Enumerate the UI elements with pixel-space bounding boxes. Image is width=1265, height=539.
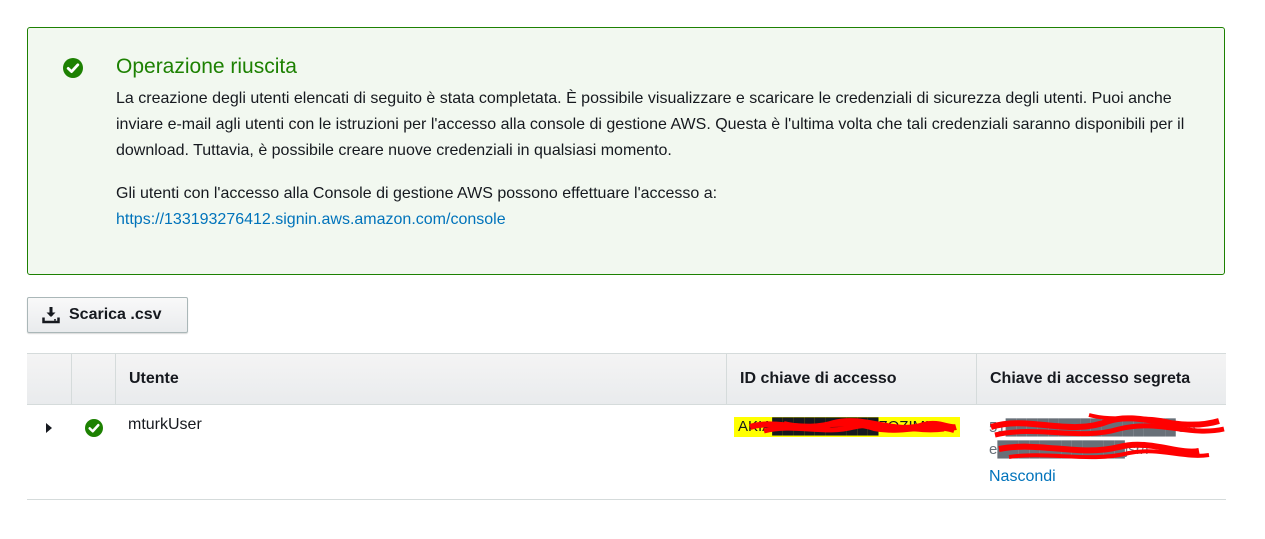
check-circle-icon [85,419,103,437]
console-signin-text: Gli utenti con l'accesso alla Console di… [116,185,718,202]
user-name: mturkUser [128,416,202,433]
access-key-id-redacted: AKIA██████████ZOZIML [734,417,960,437]
console-signin-link[interactable]: https://133193276412.signin.aws.amazon.c… [116,207,717,233]
download-icon [42,307,60,324]
users-table: Utente ID chiave di accesso Chiave di ac… [27,353,1226,500]
alert-message: La creazione degli utenti elencati di se… [116,86,1206,164]
column-header-secret-key: Chiave di accesso segreta [976,354,1226,404]
success-alert: Operazione riuscita La creazione degli u… [27,27,1225,275]
column-header-access-key-id: ID chiave di accesso [726,354,976,404]
hide-secret-key-link[interactable]: Nascondi [989,468,1056,486]
table-header: Utente ID chiave di accesso Chiave di ac… [27,353,1226,405]
column-header-user: Utente [115,354,726,404]
secret-access-key-redacted: 51████████████████OR e████████████jsr/f [989,413,1225,461]
console-signin-info: Gli utenti con l'accesso alla Console di… [116,181,717,233]
alert-message-text: La creazione degli utenti elencati di se… [116,90,1185,159]
table-row: mturkUser AKIA██████████ZOZIML 51███████… [27,405,1226,500]
check-circle-icon [63,58,83,78]
access-key-id-text: AKIA██████████ZOZIML [738,418,934,435]
download-csv-label: Scarica .csv [69,306,162,323]
column-header-expand [27,354,71,404]
expand-row-caret-icon[interactable] [46,423,52,433]
secret-key-line-2: e████████████jsr/f [989,441,1150,458]
alert-title: Operazione riuscita [116,55,297,78]
download-csv-button[interactable]: Scarica .csv [27,297,188,333]
column-header-status [71,354,115,404]
iam-add-user-success-page: Operazione riuscita La creazione degli u… [0,0,1265,539]
secret-key-line-1: 51████████████████OR [989,419,1199,436]
